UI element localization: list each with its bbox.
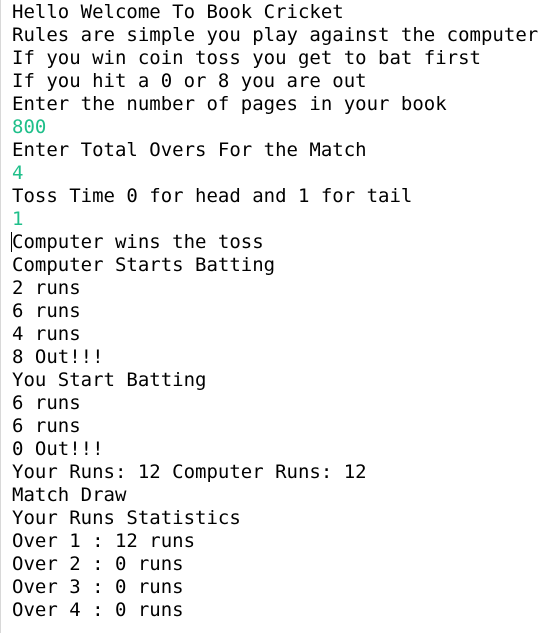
console-line-over-stat: Over 4 : 0 runs — [12, 599, 184, 621]
console-line-computer-batting: Computer Starts Batting — [12, 254, 276, 276]
console-line-pages-prompt: Enter the number of pages in your book — [12, 93, 447, 115]
console-line-over-stat: Over 2 : 0 runs — [12, 553, 184, 575]
console-line-out-rule: If you hit a 0 or 8 you are out — [12, 70, 367, 92]
console-output-pane[interactable]: Hello Welcome To Book Cricket Rules are … — [0, 0, 539, 633]
console-line-over-stat: Over 1 : 12 runs — [12, 530, 196, 552]
console-line-coin-toss-rule: If you win coin toss you get to bat firs… — [12, 47, 481, 69]
console-input-pages: 800 — [12, 116, 47, 138]
console-line-out: 8 Out!!! — [12, 346, 104, 368]
console-line-run: 6 runs — [12, 300, 81, 322]
console-line-toss-result: Computer wins the toss — [12, 231, 264, 253]
console-line-stats-heading: Your Runs Statistics — [12, 507, 241, 529]
console-line-match-result: Match Draw — [12, 484, 127, 506]
console-input-toss: 1 — [12, 208, 24, 230]
console-left-border — [0, 0, 1, 633]
console-line-over-stat: Over 3 : 0 runs — [12, 576, 184, 598]
console-line-welcome: Hello Welcome To Book Cricket — [12, 1, 344, 23]
console-text-area[interactable]: Hello Welcome To Book Cricket Rules are … — [12, 1, 538, 622]
console-line-run: 6 runs — [12, 392, 81, 414]
console-line-toss-prompt: Toss Time 0 for head and 1 for tail — [12, 185, 413, 207]
console-line-out: 0 Out!!! — [12, 438, 104, 460]
console-line-run: 6 runs — [12, 415, 81, 437]
console-line-rules: Rules are simple you play against the co… — [12, 24, 539, 46]
console-line-score-summary: Your Runs: 12 Computer Runs: 12 — [12, 461, 367, 483]
console-line-run: 2 runs — [12, 277, 81, 299]
console-input-overs: 4 — [12, 162, 24, 184]
console-line-user-batting: You Start Batting — [12, 369, 207, 391]
console-line-run: 4 runs — [12, 323, 81, 345]
console-line-overs-prompt: Enter Total Overs For the Match — [12, 139, 367, 161]
